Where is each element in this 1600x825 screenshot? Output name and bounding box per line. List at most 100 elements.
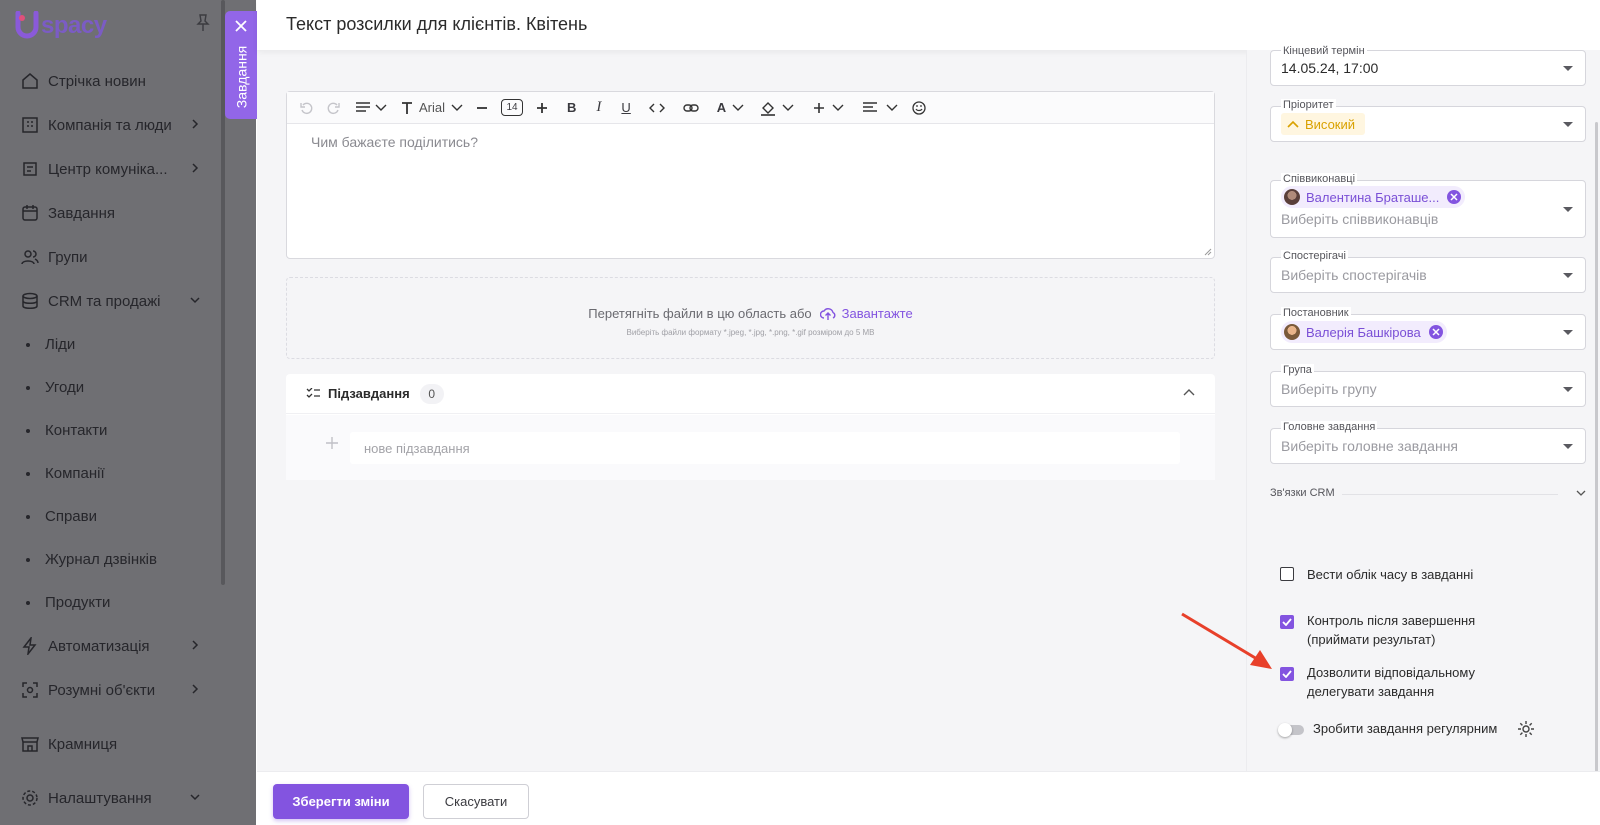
parent-task-field[interactable]: Головне завдання Виберіть головне завдан… (1270, 421, 1586, 464)
text-color-icon[interactable]: A (717, 97, 726, 119)
sidebar-subitem-companies[interactable]: Компанії (0, 452, 228, 495)
sidebar-item-news[interactable]: Стрічка новин (0, 59, 228, 103)
dropzone-hint: Виберіть файли формату *.jpeg, *.jpg, *.… (626, 328, 875, 337)
emoji-icon[interactable] (912, 97, 926, 119)
deadline-field[interactable]: Кінцевий термін 14.05.24, 17:00 (1270, 45, 1586, 86)
sidebar-item-label: Групи (48, 248, 88, 266)
dropdown-arrow-icon (1563, 273, 1573, 278)
priority-field[interactable]: Пріоритет Високий (1270, 99, 1586, 142)
chevron-right-icon (192, 119, 199, 129)
task-panel-tab[interactable]: Завдання (225, 11, 257, 119)
sidebar-item-settings[interactable]: Налаштування (0, 776, 228, 820)
sidebar-subitem-activities[interactable]: Справи (0, 495, 228, 538)
upload-link[interactable]: Завантажте (819, 306, 913, 321)
priority-label: Пріоритет (1281, 99, 1336, 111)
sidebar-subitem-call-log[interactable]: Журнал дзвінків (0, 538, 228, 581)
sidebar-subitem-products[interactable]: Продукти (0, 581, 228, 624)
coexecutors-field[interactable]: Співвиконавці Валентина Браташе... Вибер… (1270, 173, 1586, 238)
close-icon[interactable] (234, 19, 248, 33)
creator-chip[interactable]: Валерія Башкірова (1281, 321, 1447, 343)
italic-icon[interactable]: I (596, 97, 601, 119)
coexecutor-chip[interactable]: Валентина Браташе... (1281, 186, 1466, 208)
sidebar-item-company[interactable]: Компанія та люди (0, 103, 228, 147)
cancel-button[interactable]: Скасувати (423, 784, 529, 819)
allow-delegate-checkbox[interactable] (1280, 667, 1294, 681)
pin-icon[interactable] (196, 14, 210, 32)
subtasks-header[interactable]: Підзавдання 0 (286, 374, 1215, 414)
description-editor[interactable]: Arial 14 B I U A Чим бажаєте поділитись? (286, 91, 1215, 259)
sidebar-item-crm[interactable]: CRM та продажі (0, 279, 228, 323)
creator-field[interactable]: Постановник Валерія Башкірова (1270, 307, 1586, 350)
sidebar-item-automation[interactable]: Автоматизація (0, 624, 228, 668)
sidebar-item-smart-objects[interactable]: Розумні об'єкти (0, 668, 228, 712)
smart-objects-icon (20, 680, 40, 700)
new-subtask-input[interactable] (350, 432, 1180, 464)
resize-handle-icon[interactable] (1204, 248, 1212, 256)
coexecutor-name: Валентина Браташе... (1306, 189, 1440, 205)
font-family-icon[interactable] (401, 97, 413, 119)
subtasks-section: Підзавдання 0 (286, 374, 1215, 480)
chevron-down-icon[interactable] (886, 97, 898, 119)
time-tracking-label[interactable]: Вести облік часу в завданні (1307, 565, 1473, 584)
chevron-down-icon[interactable] (782, 97, 794, 119)
result-control-checkbox[interactable] (1280, 615, 1294, 629)
align-icon[interactable] (862, 97, 878, 119)
underline-icon[interactable]: U (621, 97, 630, 119)
bold-icon[interactable]: B (567, 97, 576, 119)
recurring-toggle[interactable] (1278, 723, 1304, 737)
automation-icon (20, 636, 40, 656)
bullet (26, 471, 30, 476)
link-icon[interactable] (683, 97, 699, 119)
sidebar-item-store[interactable]: Крамниця (0, 722, 228, 766)
undo-icon[interactable] (299, 97, 313, 119)
right-panel-scrollbar[interactable] (1595, 122, 1598, 772)
check-icon (1282, 618, 1292, 626)
crm-icon (20, 291, 40, 311)
redo-icon[interactable] (327, 97, 341, 119)
paragraph-format-icon[interactable] (355, 97, 371, 119)
remove-chip-icon[interactable] (1447, 190, 1462, 204)
sidebar-item-label: Розумні об'єкти (48, 681, 156, 699)
font-family-select[interactable]: Arial (419, 97, 445, 119)
chevron-down-icon[interactable] (375, 97, 387, 119)
gear-icon[interactable] (1517, 720, 1535, 738)
chevron-up-icon[interactable] (1183, 388, 1195, 396)
font-size-field[interactable]: 14 (501, 99, 524, 116)
dropdown-arrow-icon (1563, 207, 1573, 212)
highlight-color-icon[interactable] (760, 97, 776, 119)
store-icon (20, 734, 40, 754)
company-icon (20, 115, 40, 135)
sidebar-subitem-contacts[interactable]: Контакти (0, 409, 228, 452)
recurring-label[interactable]: Зробити завдання регулярним (1313, 721, 1497, 736)
decrease-font-icon[interactable] (477, 97, 488, 119)
increase-font-icon[interactable] (537, 97, 548, 119)
add-subtask-icon[interactable] (326, 437, 338, 449)
allow-delegate-label[interactable]: Дозволити відповідальному делегувати зав… (1307, 663, 1537, 701)
sidebar-item-groups[interactable]: Групи (0, 235, 228, 279)
group-field[interactable]: Група Виберіть групу (1270, 364, 1586, 407)
chevron-down-icon (190, 794, 200, 801)
chevron-down-icon[interactable] (451, 97, 463, 119)
save-button[interactable]: Зберегти зміни (273, 784, 409, 819)
crm-links-section[interactable]: Зв'язки CRM (1270, 487, 1590, 503)
chevron-down-icon[interactable] (832, 97, 844, 119)
chevron-down-icon[interactable] (732, 97, 744, 119)
time-tracking-checkbox[interactable] (1280, 567, 1294, 581)
page-title[interactable]: Текст розсилки для клієнтів. Квітень (286, 14, 587, 35)
divider (1342, 494, 1558, 495)
file-dropzone[interactable]: Перетягніть файли в цю область або Заван… (286, 277, 1215, 359)
code-icon[interactable] (648, 97, 665, 119)
sidebar-subitem-deals[interactable]: Угоди (0, 366, 228, 409)
sidebar-item-communication[interactable]: Центр комуніка... (0, 147, 228, 191)
editor-placeholder[interactable]: Чим бажаєте поділитись? (311, 134, 478, 150)
app-logo[interactable]: spacy (14, 10, 107, 42)
observers-field[interactable]: Спостерігачі Виберіть спостерігачів (1270, 250, 1586, 293)
chevron-down-icon[interactable] (1576, 490, 1586, 497)
remove-chip-icon[interactable] (1428, 325, 1443, 339)
avatar (1284, 189, 1300, 205)
sidebar-subitem-leads[interactable]: Ліди (0, 323, 228, 366)
insert-icon[interactable] (814, 97, 825, 119)
subtasks-icon (306, 387, 320, 398)
sidebar-item-tasks[interactable]: Завдання (0, 191, 228, 235)
result-control-label[interactable]: Контроль після завершення (приймати резу… (1307, 611, 1537, 649)
